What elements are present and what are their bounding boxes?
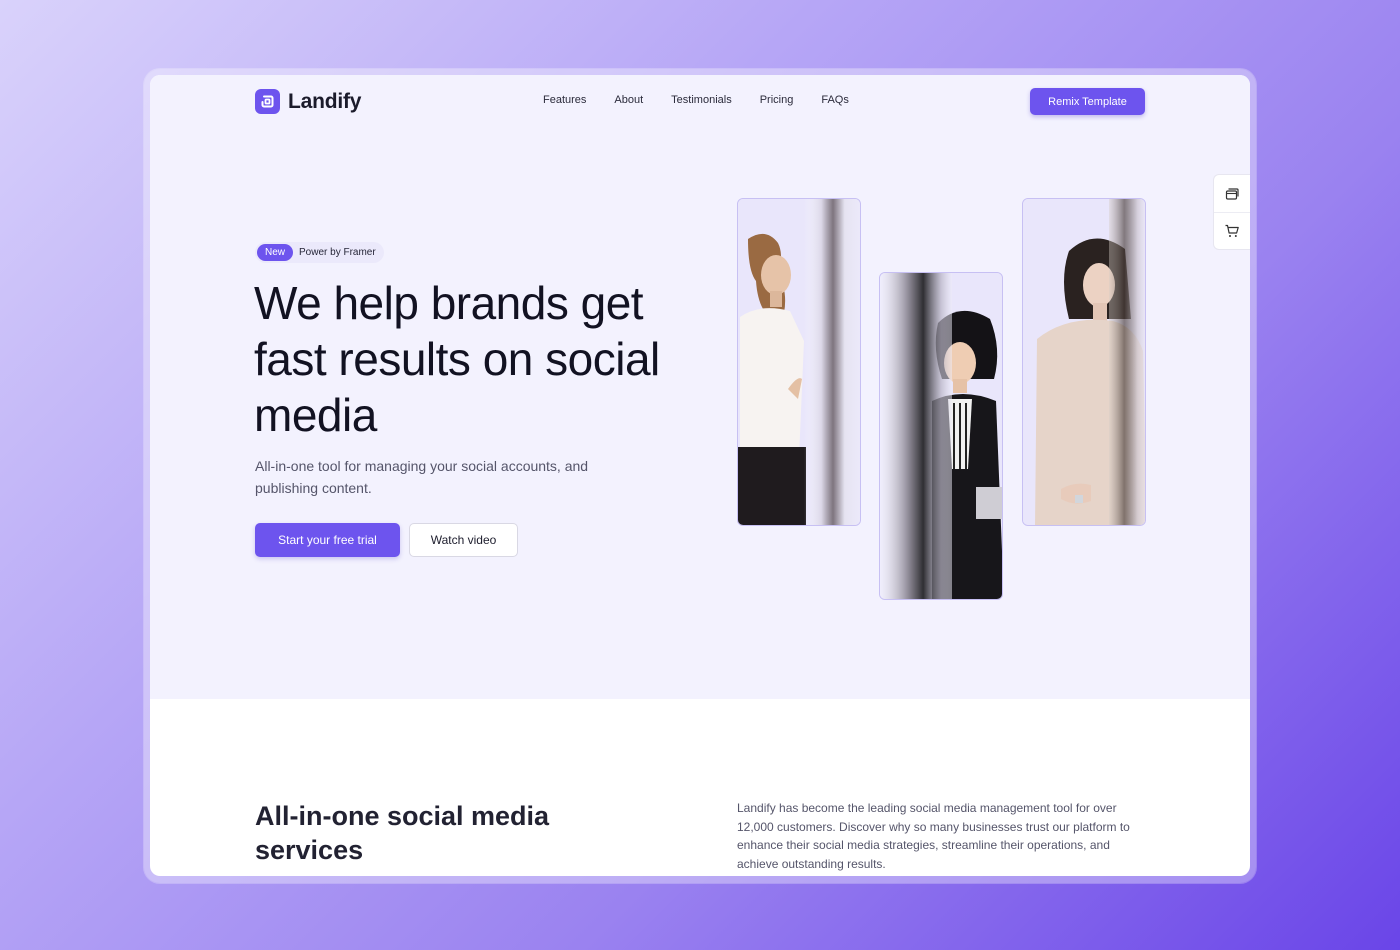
woman-portrait-image — [738, 199, 860, 525]
layers-icon — [1225, 187, 1239, 200]
watch-video-button[interactable]: Watch video — [409, 523, 518, 557]
new-pill: New — [257, 244, 294, 261]
announcement-badge[interactable]: New Power by Framer — [255, 242, 384, 263]
hero-section: Landify Features About Testimonials Pric… — [150, 75, 1250, 699]
logo-icon — [255, 89, 280, 114]
nav-link-features[interactable]: Features — [543, 94, 586, 106]
services-description: Landify has become the leading social me… — [737, 801, 1130, 871]
woman-portrait-image — [880, 273, 1002, 599]
cart-button[interactable] — [1214, 212, 1250, 249]
nav-link-pricing[interactable]: Pricing — [760, 94, 794, 106]
hero-headline: We help brands get fast results on socia… — [254, 277, 660, 441]
nav-link-testimonials[interactable]: Testimonials — [671, 94, 732, 106]
brand-name: Landify — [288, 89, 362, 113]
side-widget — [1213, 174, 1250, 250]
services-title: All-in-one social media services — [255, 801, 550, 865]
layers-button[interactable] — [1214, 175, 1250, 212]
photo-panel-2 — [879, 272, 1003, 600]
nav-link-about[interactable]: About — [614, 94, 643, 106]
remix-template-button[interactable]: Remix Template — [1030, 88, 1145, 115]
start-free-trial-button[interactable]: Start your free trial — [255, 523, 400, 557]
badge-text: Power by Framer — [299, 247, 376, 258]
photo-panel-3 — [1022, 198, 1146, 526]
brand-logo[interactable]: Landify — [255, 89, 361, 114]
photo-panel-1 — [737, 198, 861, 526]
cart-icon — [1225, 224, 1239, 237]
landing-page: Landify Features About Testimonials Pric… — [150, 75, 1250, 876]
woman-portrait-image — [1023, 199, 1145, 525]
main-nav: Features About Testimonials Pricing FAQs — [543, 94, 877, 106]
hero-subline: All-in-one tool for managing your social… — [255, 458, 589, 496]
nav-link-faqs[interactable]: FAQs — [821, 94, 849, 106]
